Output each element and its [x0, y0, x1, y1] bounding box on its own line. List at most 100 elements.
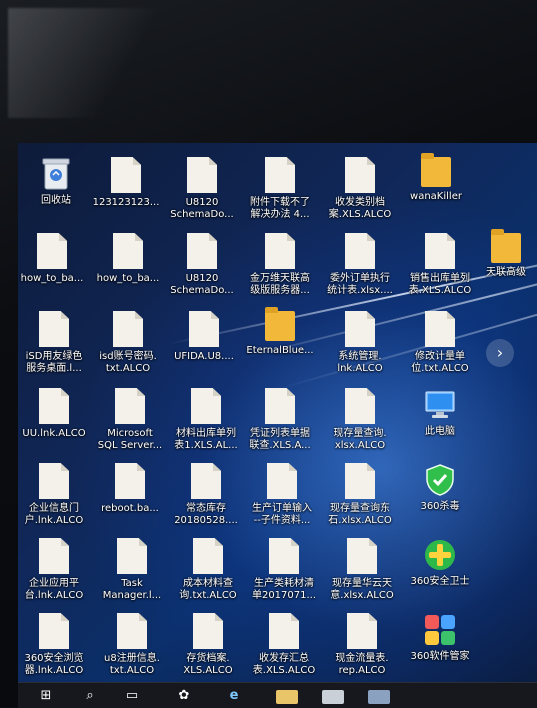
app-icon[interactable]	[368, 690, 390, 704]
desktop-icon-label: UFIDA.U8....	[174, 351, 234, 362]
document-icon	[187, 157, 217, 193]
desktop-icon-file[interactable]: UFIDA.U8....	[164, 311, 244, 363]
desktop-icon-file[interactable]: 系统管理. lnk.ALCO	[320, 311, 400, 375]
document-icon	[345, 388, 375, 424]
document-icon	[191, 388, 221, 424]
desktop-icon-file[interactable]: 收发存汇总 表.XLS.ALCO	[244, 613, 324, 677]
desktop-icon-label: 360安全浏览 器.lnk.ALCO	[24, 653, 84, 676]
desktop-icon-file[interactable]: how_to_ba...	[18, 233, 92, 285]
desktop-icon-label: 现存量查询. xlsx.ALCO	[333, 428, 387, 451]
browser-icon[interactable]: e	[224, 686, 244, 706]
app-icon[interactable]: ✿	[174, 686, 194, 706]
desktop-icon-file[interactable]: 现存量查询东 石.xlsx.ALCO	[320, 463, 400, 527]
desktop-icon-file[interactable]: isd账号密码. txt.ALCO	[88, 311, 168, 375]
desktop-icon-label: iSD用友绿色 服务桌面.l...	[25, 351, 83, 374]
document-icon	[269, 538, 299, 574]
desktop-icon-file[interactable]: Task Manager.l...	[92, 538, 172, 602]
document-icon	[191, 463, 221, 499]
folder-icon	[265, 307, 295, 341]
shield-icon	[400, 463, 480, 497]
desktop-icon-file[interactable]: Microsoft SQL Server...	[90, 388, 170, 452]
desktop-icon-label: 360安全卫士	[410, 576, 470, 587]
desktop-icon-folder[interactable]: 天联高级	[474, 229, 537, 279]
desktop-icon-360-antivirus[interactable]: 360杀毒	[400, 463, 480, 513]
document-icon	[267, 463, 297, 499]
taskbar: ⊞ ⌕ ▭ ✿ e	[18, 682, 537, 708]
desktop-icon-file[interactable]: UU.lnk.ALCO	[18, 388, 94, 440]
desktop-icon-recycle-bin[interactable]: 回收站	[18, 157, 96, 207]
desktop-icon-label: U8120 SchemaDo...	[170, 273, 234, 296]
desktop-icon-file[interactable]: how_to_ba...	[88, 233, 168, 285]
desktop-icon-file[interactable]: 凭证列表单据 联查.XLS.A...	[240, 388, 320, 452]
desktop-icon-file[interactable]: 附件下载不了 解决办法 4...	[240, 157, 320, 221]
desktop-icon-360-safeguard[interactable]: 360安全卫士	[400, 538, 480, 588]
desktop-icon-file[interactable]: 修改计量单 位.txt.ALCO	[400, 311, 480, 375]
document-icon	[189, 311, 219, 347]
desktop-icon-label: 企业信息门 户.lnk.ALCO	[24, 503, 84, 526]
task-view-icon[interactable]: ▭	[122, 686, 142, 706]
desktop-icon-this-pc[interactable]: 此电脑	[400, 388, 480, 438]
desktop-icon-label: how_to_ba...	[96, 273, 160, 284]
desktop-icon-folder[interactable]: wanaKiller	[396, 153, 476, 203]
desktop-icon-file[interactable]: 成本材料查 询.txt.ALCO	[168, 538, 248, 602]
desktop-icon-file[interactable]: 材料出库单列 表1.XLS.AL...	[166, 388, 246, 452]
desktop-icon-label: Microsoft SQL Server...	[97, 428, 163, 451]
document-icon	[345, 157, 375, 193]
desktop-icon-folder[interactable]: EternalBlue...	[240, 307, 320, 357]
desktop-icon-label: 成本材料查 询.txt.ALCO	[179, 578, 237, 601]
desktop-icon-file[interactable]: 存货档案. XLS.ALCO	[168, 613, 248, 677]
desktop-icon-label: 收发存汇总 表.XLS.ALCO	[252, 653, 316, 676]
document-icon	[39, 388, 69, 424]
desktop-icon-label: 系统管理. lnk.ALCO	[337, 351, 383, 374]
document-icon	[265, 157, 295, 193]
document-icon	[117, 613, 147, 649]
file-explorer-icon[interactable]	[276, 690, 298, 704]
desktop-icon-label: 现金流量表. rep.ALCO	[335, 653, 389, 676]
desktop-icon-file[interactable]: 企业应用平 台.lnk.ALCO	[18, 538, 94, 602]
document-icon	[269, 613, 299, 649]
document-icon	[193, 538, 223, 574]
search-icon[interactable]: ⌕	[80, 686, 100, 706]
desktop-icon-file[interactable]: U8120 SchemaDo...	[162, 233, 242, 297]
next-arrow-button[interactable]: ›	[486, 339, 514, 367]
document-icon	[425, 311, 455, 347]
desktop-icon-label: U8120 SchemaDo...	[170, 197, 234, 220]
desktop-icon-file[interactable]: 委外订单执行 统计表.xlsx....	[320, 233, 400, 297]
desktop-icon-file[interactable]: 现存量华云天 意.xlsx.ALCO	[322, 538, 402, 602]
desktop-icon-file[interactable]: 现存量查询. xlsx.ALCO	[320, 388, 400, 452]
desktop-icon-file[interactable]: u8注册信息. txt.ALCO	[92, 613, 172, 677]
desktop-icon-file[interactable]: iSD用友绿色 服务桌面.l...	[18, 311, 94, 375]
desktop-icon-file[interactable]: 现金流量表. rep.ALCO	[322, 613, 402, 677]
desktop-icon-label: 委外订单执行 统计表.xlsx....	[327, 273, 393, 296]
desktop-icon-label: 生产订单输入 --子件资料...	[252, 503, 312, 526]
start-button[interactable]: ⊞	[36, 686, 56, 706]
desktop-icon-label: 销售出库单列 表.XLS.ALCO	[408, 273, 472, 296]
desktop-icons: 回收站 123123123... U8120 SchemaDo... 附件下载不…	[18, 143, 537, 687]
document-icon	[39, 538, 69, 574]
desktop-icon-file[interactable]: 常态库存 20180528....	[166, 463, 246, 527]
desktop-icon-label: EternalBlue...	[246, 345, 314, 356]
desktop-icon-label: wanaKiller	[410, 191, 462, 202]
document-icon	[347, 538, 377, 574]
desktop-icon-label: 存货档案. XLS.ALCO	[183, 653, 233, 676]
app-icon[interactable]	[322, 690, 344, 704]
desktop-icon-file[interactable]: 123123123...	[86, 157, 166, 209]
desktop-icon-label: 现存量查询东 石.xlsx.ALCO	[328, 503, 392, 526]
desktop-icon-label: isd账号密码. txt.ALCO	[99, 351, 157, 374]
desktop-icon-label: Task Manager.l...	[102, 578, 162, 601]
desktop-icon-file[interactable]: 金万维天联高 级版服务器...	[240, 233, 320, 297]
document-icon	[39, 613, 69, 649]
desktop-icon-file[interactable]: 生产类耗材清 单2017071...	[244, 538, 324, 602]
desktop-icon-file[interactable]: U8120 SchemaDo...	[162, 157, 242, 221]
desktop-icon-label: reboot.ba...	[101, 503, 159, 514]
desktop-icon-360-software-manager[interactable]: 360软件管家	[400, 613, 480, 663]
document-icon	[39, 463, 69, 499]
desktop-icon-file[interactable]: 生产订单输入 --子件资料...	[242, 463, 322, 527]
desktop-icon-file[interactable]: 企业信息门 户.lnk.ALCO	[18, 463, 94, 527]
desktop-icon-label: 360杀毒	[420, 501, 460, 512]
desktop-icon-file[interactable]: 销售出库单列 表.XLS.ALCO	[400, 233, 480, 297]
desktop-icon-file[interactable]: reboot.ba...	[90, 463, 170, 515]
desktop-icon-file[interactable]: 360安全浏览 器.lnk.ALCO	[18, 613, 94, 677]
document-icon	[265, 388, 295, 424]
desktop-icon-file[interactable]: 收发类别档 案.XLS.ALCO	[320, 157, 400, 221]
